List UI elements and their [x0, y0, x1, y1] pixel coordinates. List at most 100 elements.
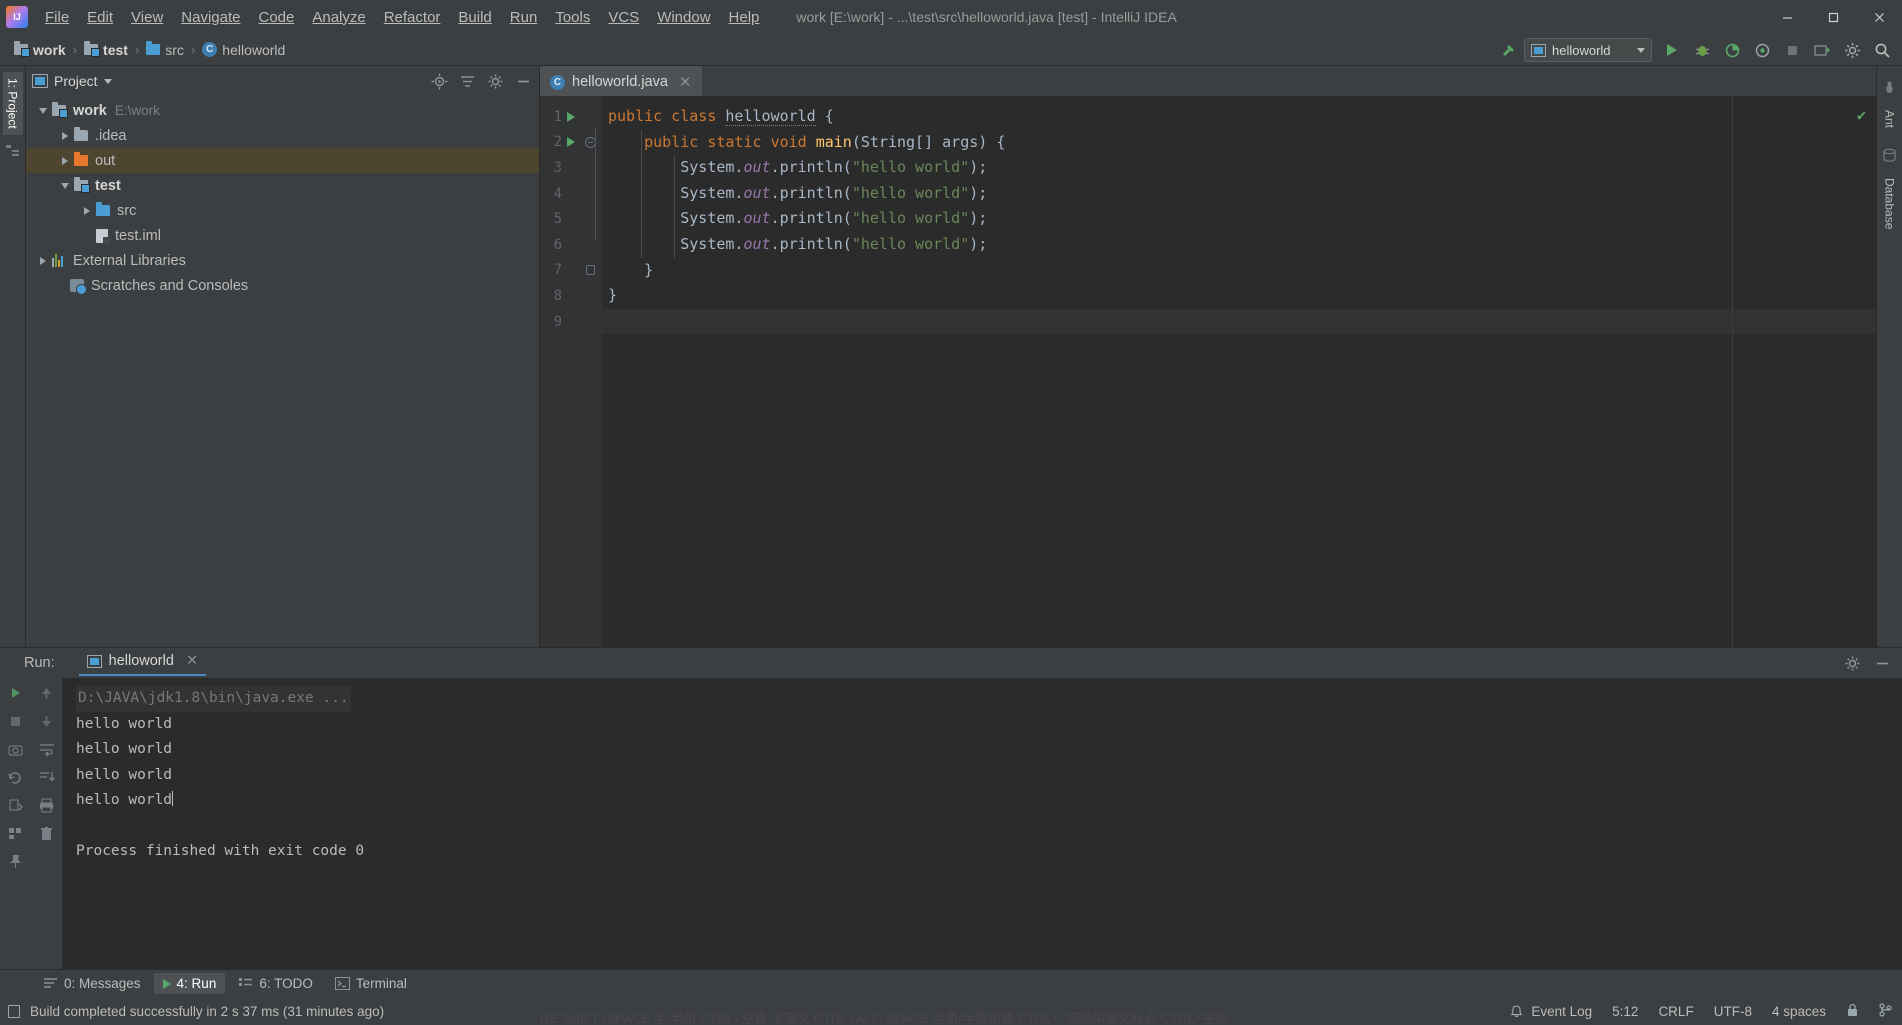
debug-button[interactable] [1688, 37, 1716, 63]
sidebar-tab-ant[interactable]: Ant [1880, 104, 1900, 134]
vcs-branch-icon[interactable] [1879, 1002, 1892, 1020]
window-title: work [E:\work] - ...\test\src\helloworld… [796, 9, 1177, 25]
twisty-right-icon[interactable] [56, 131, 74, 140]
run-button[interactable] [1658, 37, 1686, 63]
console-output[interactable]: D:\JAVA\jdk1.8\bin\java.exe ... hello wo… [62, 678, 1902, 969]
project-settings-button[interactable] [485, 71, 505, 91]
inspection-ok-icon[interactable]: ✔ [1857, 106, 1866, 124]
chevron-down-icon[interactable] [103, 78, 112, 84]
run-configuration-selector[interactable]: helloworld [1524, 38, 1652, 62]
twisty-right-icon[interactable] [34, 256, 52, 265]
run-tab-helloworld[interactable]: helloworld ✕ [78, 650, 207, 676]
status-indicator-icon[interactable] [8, 1004, 20, 1018]
structure-strip-icon[interactable] [5, 143, 21, 159]
breadcrumb-item-src[interactable]: src [142, 40, 188, 60]
collapse-all-button[interactable] [457, 71, 477, 91]
run-class-gutter-icon[interactable] [562, 111, 580, 122]
maximize-button[interactable] [1810, 0, 1856, 34]
tree-node-test-iml[interactable]: test.iml [26, 223, 539, 248]
line-separator[interactable]: CRLF [1658, 1004, 1693, 1019]
print-button[interactable] [38, 796, 56, 814]
menu-vcs[interactable]: VCS [599, 5, 648, 30]
lock-icon[interactable] [1846, 1003, 1859, 1020]
menu-refactor[interactable]: Refactor [375, 5, 450, 30]
scroll-to-end-button[interactable] [38, 768, 56, 786]
tree-label-test-iml: test.iml [115, 227, 161, 244]
export-button[interactable] [7, 796, 25, 814]
tool-window-todo[interactable]: 6: TODO [229, 973, 322, 994]
profiler-button[interactable] [1748, 37, 1776, 63]
indent-setting[interactable]: 4 spaces [1772, 1004, 1826, 1019]
twisty-right-icon[interactable] [56, 156, 74, 165]
breadcrumb-item-test[interactable]: test [80, 40, 132, 60]
hide-panel-button[interactable] [513, 71, 533, 91]
dump-threads-button[interactable] [7, 740, 25, 758]
build-button[interactable] [1494, 37, 1522, 63]
menu-analyze-label: Analyze [312, 8, 366, 26]
tree-node-work[interactable]: work E:\work [26, 98, 539, 123]
database-strip-icon[interactable] [1882, 148, 1898, 164]
maximize-icon [1828, 12, 1838, 22]
restore-layout-button[interactable] [7, 768, 25, 786]
clear-all-button[interactable] [38, 824, 56, 842]
file-encoding[interactable]: UTF-8 [1714, 1004, 1752, 1019]
run-settings-button[interactable] [1842, 653, 1862, 673]
code-line-5: System.out.println("hello world"); [602, 206, 1876, 232]
tree-node-scratches[interactable]: Scratches and Consoles [26, 273, 539, 298]
close-icon[interactable]: ✕ [679, 73, 692, 91]
token-punct: ); [969, 158, 988, 177]
sidebar-tab-project[interactable]: 1: Project [2, 72, 23, 135]
close-icon[interactable]: ✕ [186, 653, 198, 669]
update-project-button[interactable] [1808, 37, 1836, 63]
menu-view[interactable]: View [122, 5, 172, 30]
menu-run[interactable]: Run [501, 5, 547, 30]
tree-node-external-libraries[interactable]: External Libraries [26, 248, 539, 273]
scroll-down-button[interactable] [38, 712, 56, 730]
tool-window-messages[interactable]: 0: Messages [34, 973, 150, 994]
twisty-right-icon[interactable] [78, 206, 96, 215]
menu-window[interactable]: Window [648, 5, 719, 30]
caret-position[interactable]: 5:12 [1612, 1004, 1638, 1019]
menu-code[interactable]: Code [249, 5, 303, 30]
soft-wrap-button[interactable] [38, 740, 56, 758]
fold-circle-icon[interactable] [580, 136, 600, 148]
run-method-gutter-icon[interactable] [562, 137, 580, 148]
scroll-up-button[interactable] [38, 684, 56, 702]
settings-button[interactable] [1838, 37, 1866, 63]
run-with-coverage-button[interactable] [1718, 37, 1746, 63]
menu-navigate[interactable]: Navigate [172, 5, 249, 30]
tree-node-idea[interactable]: .idea [26, 123, 539, 148]
fold-brace-icon[interactable] [580, 265, 600, 276]
close-button[interactable] [1856, 0, 1902, 34]
tree-node-test[interactable]: test [26, 173, 539, 198]
pin-button[interactable] [7, 852, 25, 870]
rerun-button[interactable] [7, 684, 25, 702]
menu-edit[interactable]: Edit [78, 5, 122, 30]
menu-build[interactable]: Build [449, 5, 500, 30]
tree-node-src[interactable]: src [26, 198, 539, 223]
code-text-area[interactable]: public class helloworld { public static … [602, 96, 1876, 647]
tool-window-terminal[interactable]: Terminal [326, 973, 416, 994]
breadcrumb-item-work[interactable]: work [10, 40, 70, 60]
breadcrumb-item-helloworld[interactable]: C helloworld [198, 40, 289, 60]
locate-file-button[interactable] [429, 71, 449, 91]
menu-tools[interactable]: Tools [546, 5, 599, 30]
search-everywhere-button[interactable] [1868, 37, 1896, 63]
console-output-line-last: hello world [76, 788, 1902, 814]
editor-tab-helloworld[interactable]: C helloworld.java ✕ [540, 66, 702, 96]
stop-process-button[interactable] [7, 712, 25, 730]
twisty-down-icon[interactable] [34, 107, 52, 114]
menu-file[interactable]: File [36, 5, 78, 30]
sidebar-tab-database[interactable]: Database [1880, 172, 1900, 235]
event-log-button[interactable]: Event Log [1510, 1004, 1592, 1019]
hide-run-panel-button[interactable] [1872, 653, 1892, 673]
minimize-button[interactable] [1764, 0, 1810, 34]
menu-analyze[interactable]: Analyze [303, 5, 374, 30]
tree-node-out[interactable]: out [26, 148, 539, 173]
tool-window-run[interactable]: 4: Run [153, 973, 226, 994]
twisty-down-icon[interactable] [56, 182, 74, 189]
menu-help[interactable]: Help [720, 5, 769, 30]
stop-button[interactable] [1778, 37, 1806, 63]
ant-strip-icon[interactable] [1882, 80, 1898, 96]
layout-button[interactable] [7, 824, 25, 842]
